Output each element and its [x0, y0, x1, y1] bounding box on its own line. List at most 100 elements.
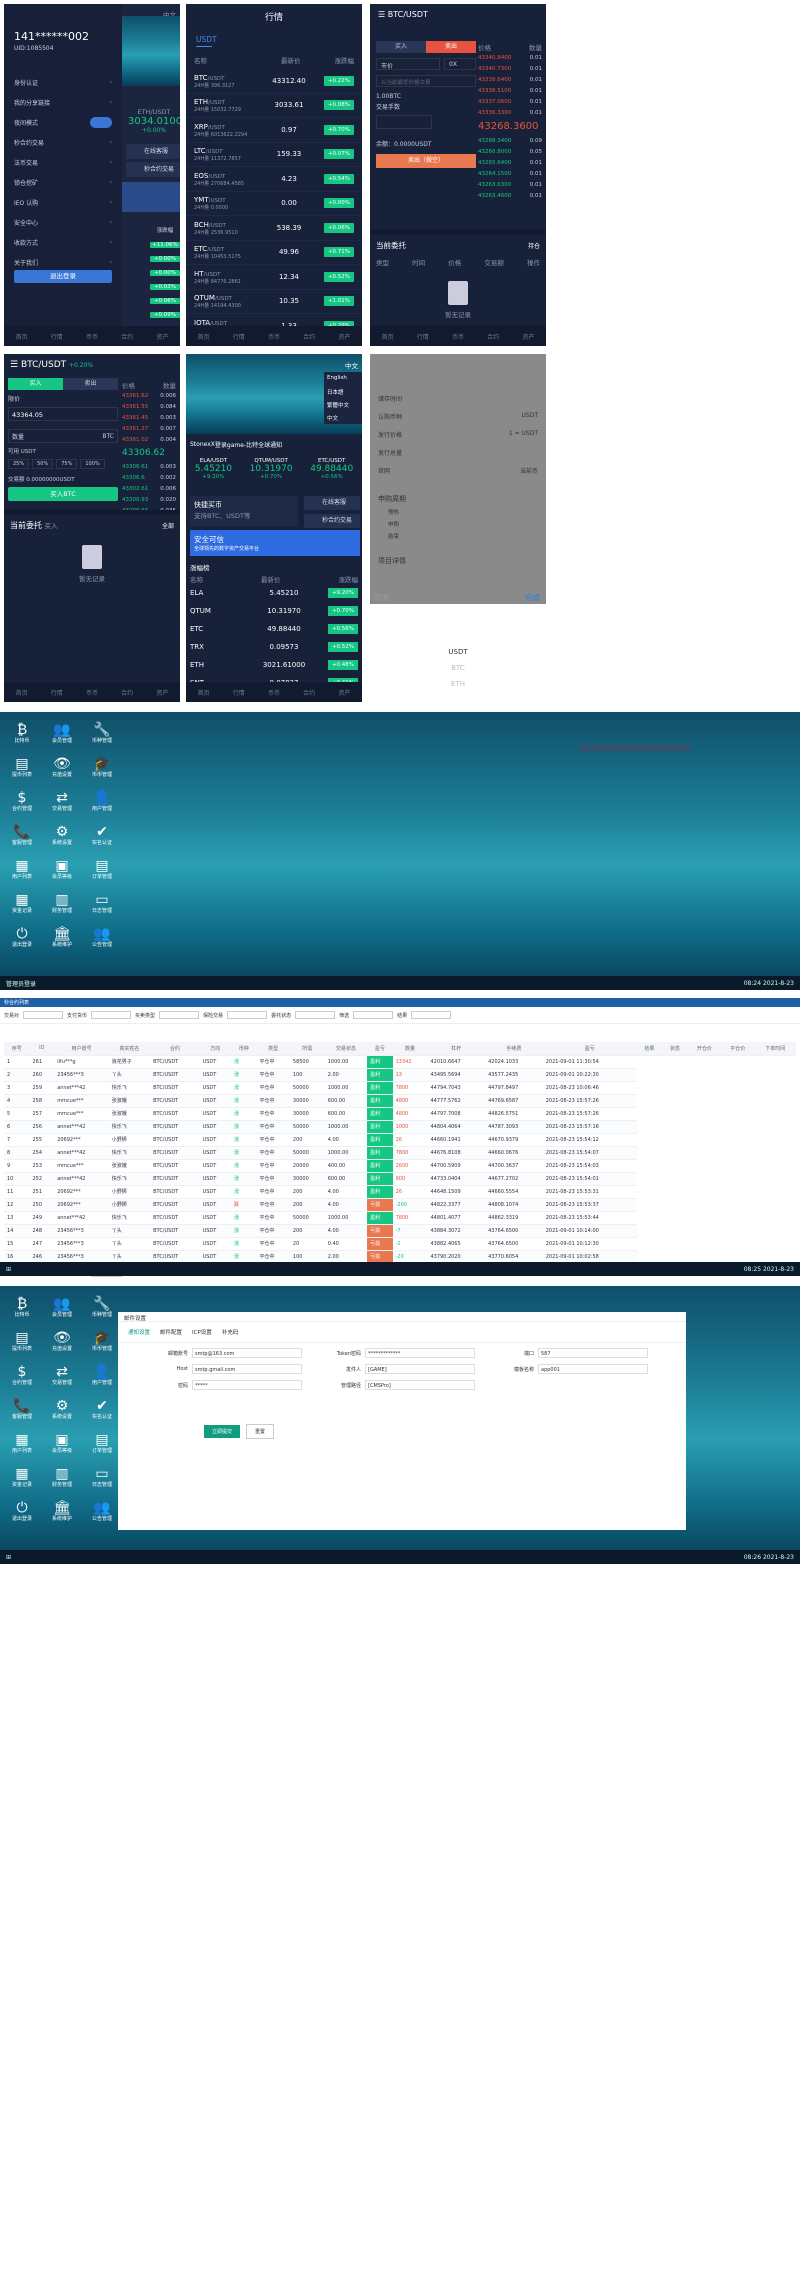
desktop-icon[interactable]: 👥 会员管理 [42, 1290, 82, 1324]
picker-option[interactable]: BTC [370, 664, 546, 680]
table-row[interactable]: 11 251 20692*** 小野狮 BTC/USDT USDT 涨平仓中 200 4.00 盈… [4, 1185, 796, 1199]
orders-filter[interactable]: 买入 [45, 522, 58, 530]
menu-item[interactable]: IEO 认购 › [4, 192, 122, 212]
table-row[interactable]: 1 261 lifu***g 浪花男子 BTC/USDT USDT 涨平仓中 58500 100… [4, 1055, 796, 1069]
table-row[interactable]: 2 260 23456***3 丫头 BTC/USDT USDT 涨平仓中 100 2.00 盈利… [4, 1068, 796, 1082]
tab-buy[interactable]: 买入 [376, 41, 426, 53]
settings-tab[interactable]: 通知设置 [128, 1328, 150, 1336]
desktop-icon[interactable]: ▥ 财务管理 [42, 886, 82, 920]
menu-item[interactable]: 关于我们 › [4, 252, 122, 272]
amount-input[interactable]: 以当前最优价格交易 [376, 75, 476, 87]
settings-tab[interactable]: 邮件配置 [160, 1328, 182, 1336]
second-contract-chip[interactable]: 秒合约交易 [126, 162, 180, 177]
field-input[interactable]: ***** [192, 1380, 302, 1390]
field-input[interactable]: ************* [365, 1348, 475, 1358]
desktop-icon[interactable]: 🏛 系统维护 [42, 920, 82, 954]
desktop-icon[interactable]: $ 合约管理 [2, 784, 42, 818]
ticker-card[interactable]: QTUM/USDT 10.31970 +0.70% [250, 458, 293, 480]
all-link[interactable]: 全部 [162, 521, 174, 530]
table-row[interactable]: 3 259 annet***42 快乐飞 BTC/USDT USDT 涨平仓中 50000 10… [4, 1081, 796, 1095]
nav-item[interactable]: 合约 [303, 332, 315, 341]
desktop-icon[interactable]: ▦ 资金记录 [2, 1460, 42, 1494]
desktop-icon[interactable]: 🎓 币币管理 [82, 750, 122, 784]
desktop-icon[interactable]: 👁 充值设置 [42, 1324, 82, 1358]
market-row[interactable]: BCH/USDT 24H量 2536.9510 538.39 +0.06% [186, 216, 362, 241]
nav-item[interactable]: 币币 [268, 332, 280, 341]
table-row[interactable]: 6 256 annet***42 快乐飞 BTC/USDT USDT 涨平仓中 50000 10… [4, 1120, 796, 1134]
desktop-icon[interactable]: ⇄ 交易管理 [42, 784, 82, 818]
lot-input[interactable] [376, 115, 432, 129]
desktop-icon[interactable]: ✔ 实名认证 [82, 1392, 122, 1426]
tab-sell[interactable]: 卖出 [426, 41, 476, 53]
desktop-icon[interactable]: ⇄ 交易管理 [42, 1358, 82, 1392]
menu-item[interactable]: 收款方式 › [4, 232, 122, 252]
filter-select[interactable] [159, 1011, 200, 1019]
order-type-select[interactable]: 市价 [376, 58, 440, 70]
table-row[interactable]: 7 255 20692*** 小野狮 BTC/USDT USDT 涨平仓中 200 4.00 盈利… [4, 1133, 796, 1147]
menu-item[interactable]: 安全中心 › [4, 212, 122, 232]
table-row[interactable]: 12 250 20692*** 小野狮 BTC/USDT USDT 跌平仓中 200 4.00 亏… [4, 1198, 796, 1212]
field-input[interactable]: [GAME] [365, 1364, 475, 1374]
desktop-icon[interactable]: ▤ 提币列表 [2, 750, 42, 784]
desktop-icon[interactable]: ▦ 用户列表 [2, 852, 42, 886]
desktop-icon[interactable]: ⏻ 退出登录 [2, 1494, 42, 1528]
desktop-icon[interactable]: ▭ 日志管理 [82, 1460, 122, 1494]
desktop-icon[interactable]: ▣ 会员等级 [42, 1426, 82, 1460]
market-row[interactable]: ETH/USDT 24H量 15032.7729 3033.61 +0.08% [186, 94, 362, 118]
table-row[interactable]: 8 254 annet***42 快乐飞 BTC/USDT USDT 涨平仓中 50000 10… [4, 1146, 796, 1160]
filter-select[interactable] [353, 1011, 394, 1019]
language-button[interactable]: 中文 [345, 360, 358, 370]
desktop-icon[interactable]: 🔧 币种管理 [82, 1290, 122, 1324]
field-input[interactable]: [CMSPro] [365, 1380, 475, 1390]
gainer-row[interactable]: ELA 5.45210 +9.20% [190, 584, 358, 602]
submit-button[interactable]: 立即提交 [204, 1425, 241, 1438]
start-label[interactable]: 管理员登录 [6, 979, 36, 988]
market-row[interactable]: XRP/USDT 24H量 6013622.2294 0.97 +0.70% [186, 118, 362, 143]
menu-item[interactable]: 我的分享链接 › [4, 92, 122, 112]
desktop-icon[interactable]: 👥 公告管理 [82, 1494, 122, 1528]
desktop-icon[interactable]: ▭ 日志管理 [82, 886, 122, 920]
market-row[interactable]: LTC/USDT 24H量 11372.7857 159.33 +0.07% [186, 143, 362, 167]
desktop-icon[interactable]: $ 合约管理 [2, 1358, 42, 1392]
gainer-row[interactable]: TRX 0.09573 +0.52% [190, 638, 358, 656]
quick-buy-title[interactable]: 快捷买币 [194, 500, 294, 510]
table-row[interactable]: 10 252 annet***42 快乐飞 BTC/USDT USDT 涨平仓中 30000 6… [4, 1172, 796, 1186]
market-row[interactable]: EOS/USDT 24H量 270684.4585 4.23 +0.54% [186, 167, 362, 192]
menu-icon[interactable]: ☰ [10, 360, 18, 370]
logout-button[interactable]: 退出登录 [14, 270, 112, 283]
desktop-icon[interactable]: ▤ 订单管理 [82, 1426, 122, 1460]
market-row[interactable]: YMT/USDT 24H量 0.0000 0.00 +0.00% [186, 192, 362, 216]
gainer-row[interactable]: ETH 3021.61000 +0.48% [190, 656, 358, 674]
percent-button[interactable]: 100% [80, 459, 105, 469]
positions-link[interactable]: 持仓 [528, 241, 540, 250]
desktop-icon[interactable]: ⚙ 系统设置 [42, 818, 82, 852]
desktop-icon[interactable]: ▦ 用户列表 [2, 1426, 42, 1460]
desktop-icon[interactable]: ▥ 财务管理 [42, 1460, 82, 1494]
desktop-icon[interactable]: 👤 用户管理 [82, 1358, 122, 1392]
desktop-icon[interactable]: ▦ 资金记录 [2, 886, 42, 920]
gainer-row[interactable]: ETC 49.88440 +0.56% [190, 620, 358, 638]
table-row[interactable]: 15 247 23456***3 丫头 BTC/USDT USDT 涨平仓中 20 0.40 亏损… [4, 1237, 796, 1251]
field-input[interactable]: smtp.gmail.com [192, 1364, 302, 1374]
desktop-icon[interactable]: ▣ 会员等级 [42, 852, 82, 886]
online-service-chip[interactable]: 在线客服 [304, 496, 360, 510]
desktop-icon[interactable]: ₿ 比特币 [2, 1290, 42, 1324]
language-option[interactable]: English [324, 372, 362, 385]
cancel-button[interactable]: 取消 [374, 592, 389, 603]
language-option[interactable]: 繁體中文 [324, 398, 362, 411]
tab-usdt[interactable]: USDT [186, 23, 362, 46]
percent-button[interactable]: 50% [32, 459, 54, 469]
filter-select[interactable] [227, 1011, 268, 1019]
desktop-icon[interactable]: 🏛 系统维护 [42, 1494, 82, 1528]
desktop-icon[interactable]: ₿ 比特币 [2, 716, 42, 750]
picker-option[interactable]: USDT [370, 648, 546, 664]
nav-item[interactable]: 资产 [338, 332, 350, 341]
market-row[interactable]: ETC/USDT 24H量 10453.5175 49.96 +0.71% [186, 241, 362, 265]
table-row[interactable]: 13 249 annet***42 快乐飞 BTC/USDT USDT 涨平仓中 50000 1… [4, 1211, 796, 1225]
online-service-chip[interactable]: 在线客服 [126, 144, 180, 159]
done-button[interactable]: 完成 [525, 592, 540, 603]
picker-option[interactable]: ETH [370, 680, 546, 696]
second-contract-chip[interactable]: 秒合约交易 [304, 514, 360, 528]
nav-item[interactable]: 行情 [233, 332, 245, 341]
desktop-icon[interactable]: 🎓 币币管理 [82, 1324, 122, 1358]
